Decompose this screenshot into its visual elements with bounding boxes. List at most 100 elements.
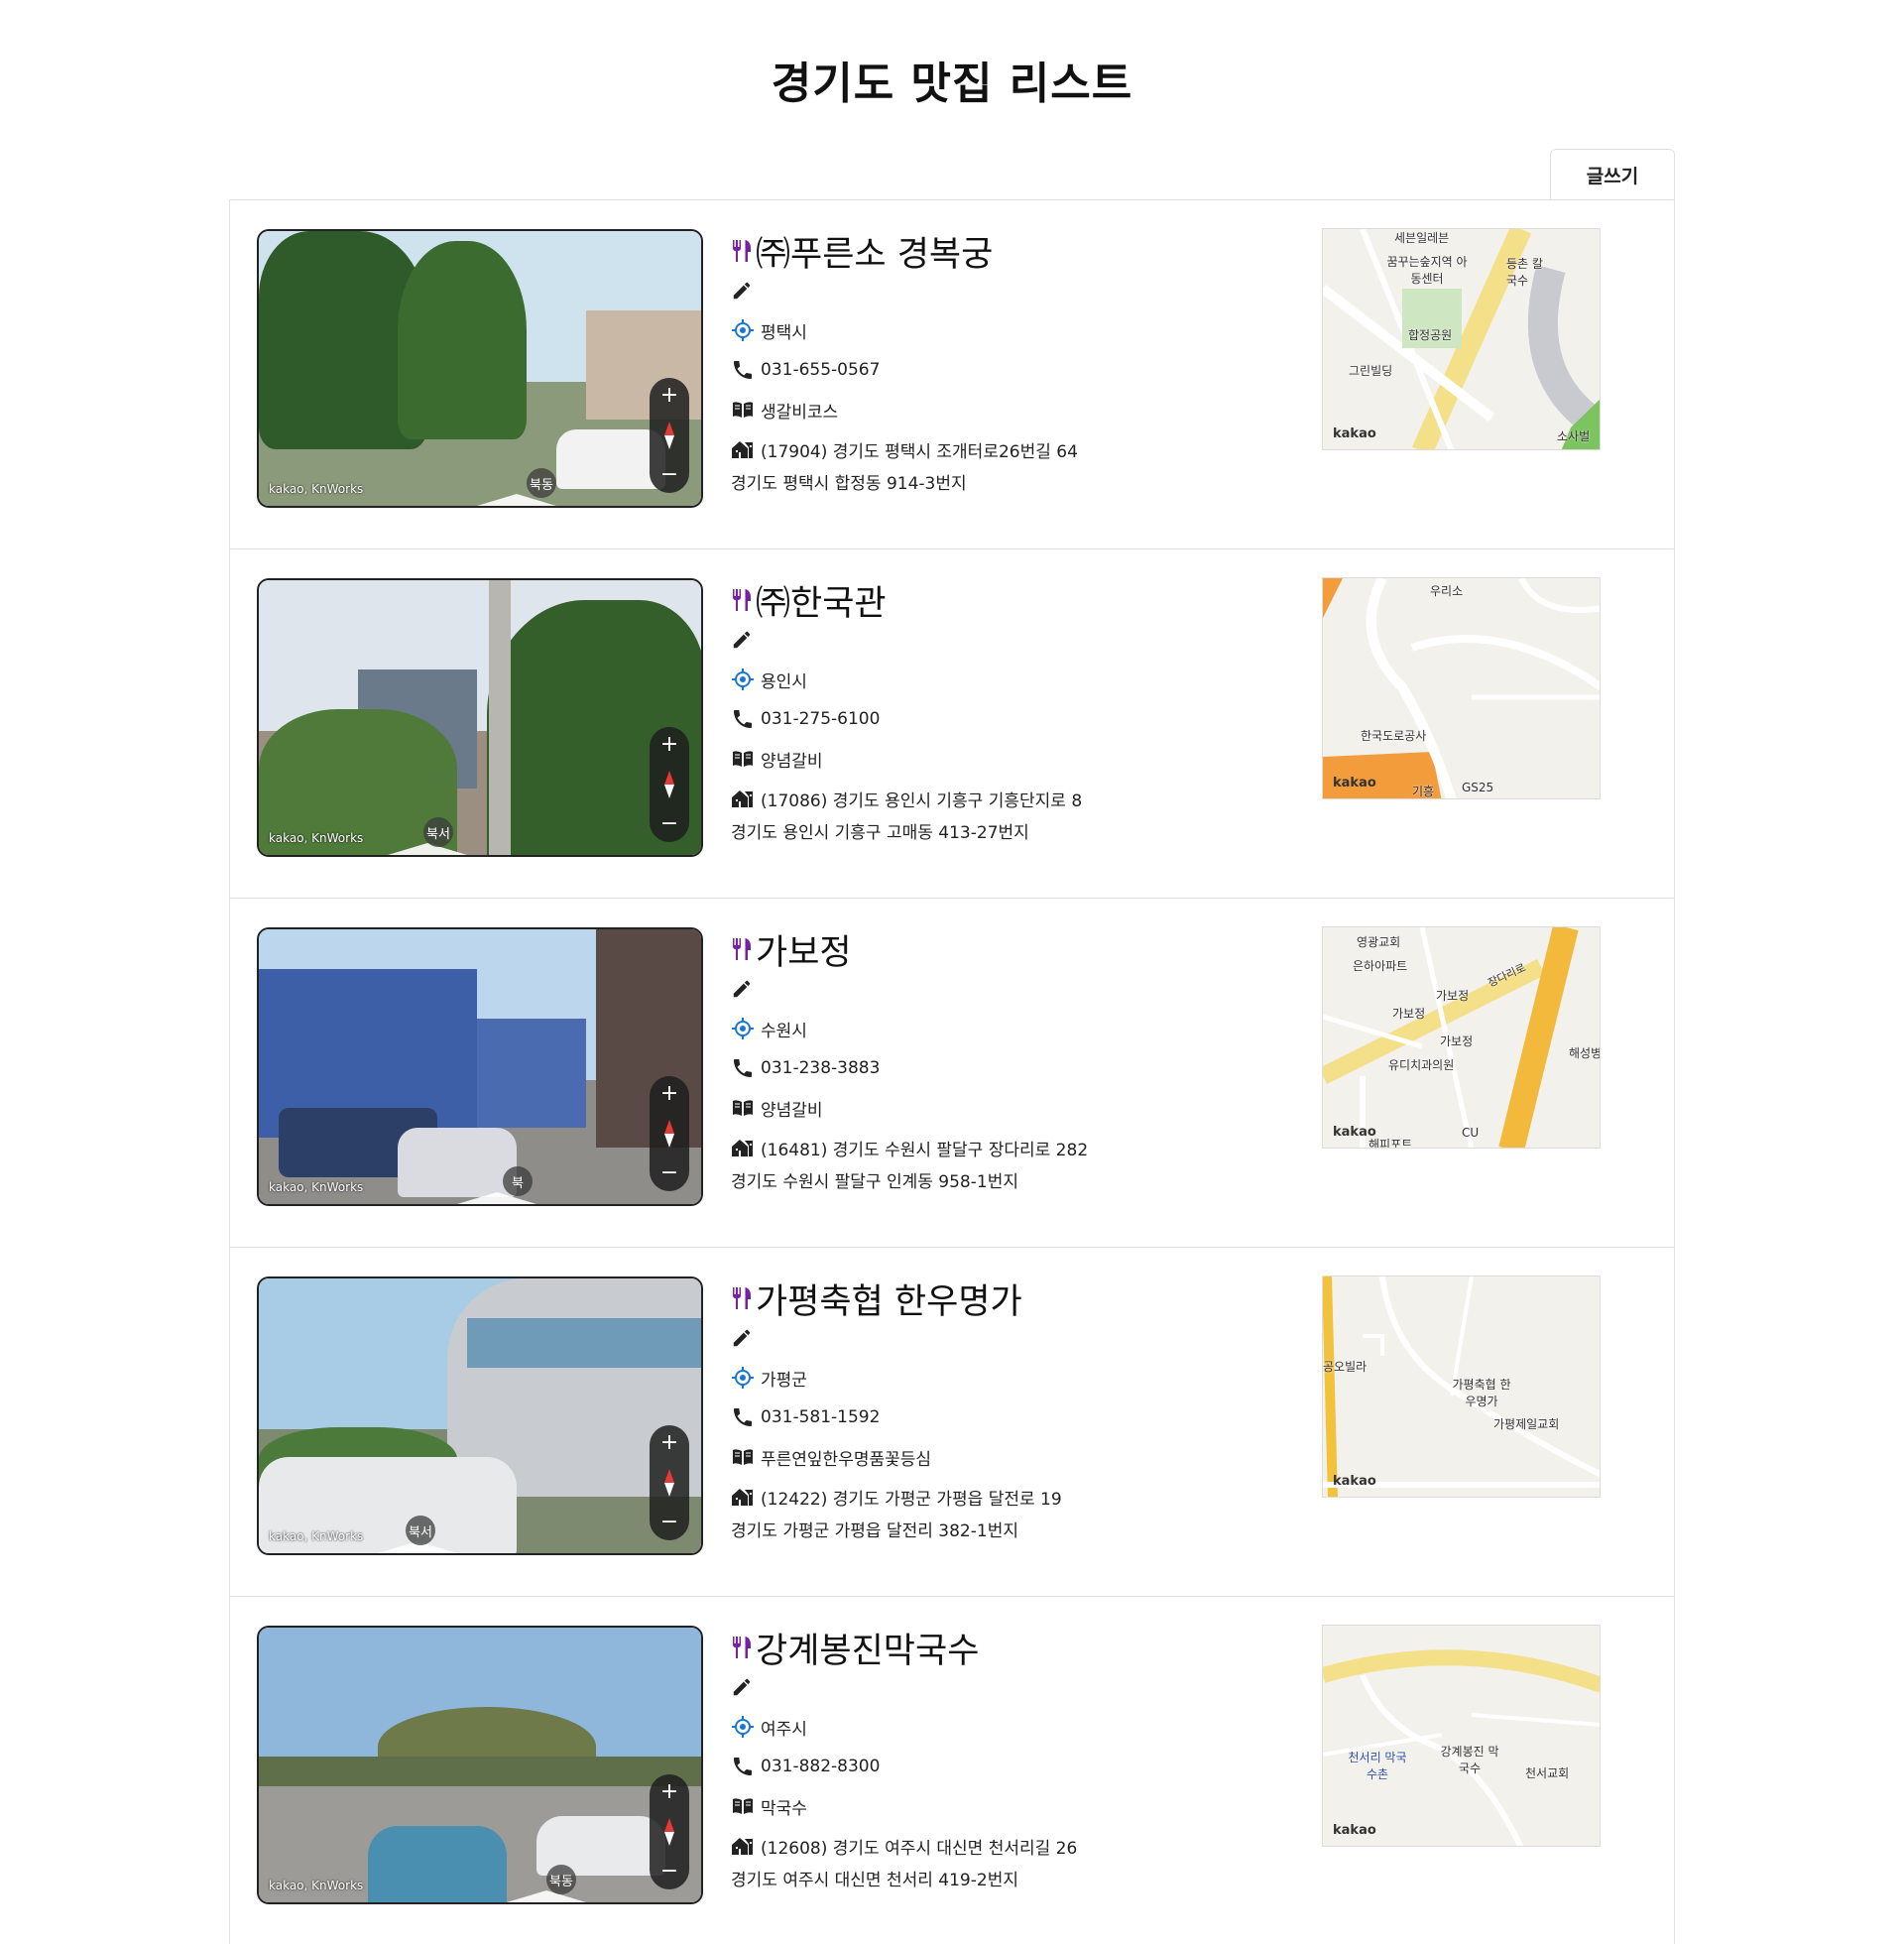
roadview-credit: kakao, KnWorks — [269, 482, 364, 496]
restaurant-info: 가보정 수원시 031-238-3883 양념갈비 (16481) 경기도 수원… — [731, 926, 1306, 1193]
restaurant-menu: 양념갈비 — [761, 751, 823, 772]
phone-icon — [734, 1408, 752, 1426]
map-label: 우리소 — [1430, 584, 1464, 598]
page-title: 경기도 맛집 리스트 — [771, 59, 1133, 109]
roadview-direction: 북서 — [406, 1516, 435, 1545]
restaurant-name: ㈜한국관 — [756, 583, 887, 624]
fork-knife-icon — [733, 1637, 751, 1658]
zoom-out-icon[interactable]: − — [660, 812, 678, 836]
restaurant-phone: 031-655-0567 — [761, 360, 881, 380]
map-label: 세븐일레븐 — [1394, 231, 1450, 245]
zoom-in-icon[interactable]: + — [660, 1431, 678, 1455]
roadview-direction: 북동 — [546, 1865, 576, 1894]
restaurant-city: 여주시 — [761, 1719, 807, 1740]
restaurant-phone: 031-882-8300 — [761, 1757, 881, 1776]
restaurant-phone: 031-275-6100 — [761, 709, 881, 729]
map-logo: kakao — [1333, 776, 1376, 790]
map-roads — [1323, 578, 1600, 798]
map-label: 소사벌 — [1557, 429, 1591, 443]
edit-pencil-icon[interactable] — [731, 978, 753, 1000]
zoom-out-icon[interactable]: − — [660, 1161, 678, 1185]
roadview-car — [398, 1128, 517, 1197]
roadview-arrow-icon[interactable] — [388, 843, 467, 855]
map-label: 그린빌딩 — [1349, 364, 1393, 378]
roadview-controls: + − — [650, 727, 689, 842]
map-label: 영광교회 — [1357, 935, 1401, 949]
menu-book-icon — [733, 1100, 753, 1116]
map-label: 합정공원 — [1408, 328, 1453, 342]
phone-icon — [734, 361, 752, 379]
zoom-out-icon[interactable]: − — [660, 1860, 678, 1883]
zoom-in-icon[interactable]: + — [660, 384, 678, 408]
jibun-address: 경기도 용인시 기흥구 고매동 413-27번지 — [731, 823, 1029, 843]
fork-knife-icon — [733, 240, 751, 262]
roadview-direction: 북서 — [423, 817, 453, 847]
roadview-windows — [467, 1318, 701, 1368]
house-address-icon — [732, 1838, 753, 1855]
zoom-in-icon[interactable]: + — [660, 1780, 678, 1804]
roadview-photo[interactable]: kakao, KnWorks 북서 + − — [257, 1276, 703, 1555]
roadview-photo[interactable]: kakao, KnWorks 북 + − — [257, 927, 703, 1206]
restaurant-card: kakao, KnWorks 북 + − 가보정 수원시 031-238-388… — [230, 899, 1674, 1248]
roadview-direction: 북동 — [527, 468, 556, 498]
phone-icon — [734, 1758, 752, 1775]
menu-book-icon — [733, 751, 753, 767]
restaurant-menu: 막국수 — [761, 1798, 807, 1819]
restaurant-name: ㈜푸른소 경복궁 — [756, 234, 994, 275]
house-address-icon — [732, 790, 753, 807]
map-label: 해성병 — [1569, 1046, 1601, 1060]
restaurant-name: 가보정 — [756, 932, 852, 973]
map-label: GS25 — [1462, 781, 1494, 794]
map-label: 가평제일교회 — [1493, 1417, 1560, 1431]
map-label: 기흥 — [1412, 785, 1435, 798]
edit-pencil-icon[interactable] — [731, 1676, 753, 1698]
roadview-controls: + − — [650, 1425, 689, 1540]
static-map[interactable]: 우리소 한국도로공사 GS25 기흥 kakao — [1322, 577, 1601, 799]
restaurant-phone: 031-238-3883 — [761, 1058, 881, 1078]
restaurant-info: 가평축협 한우명가 가평군 031-581-1592 푸른연잎한우명품꽃등심 (… — [731, 1276, 1306, 1542]
map-logo: kakao — [1333, 1823, 1376, 1838]
static-map[interactable]: 공오빌라 가평축협 한우명가 가평제일교회 kakao — [1322, 1276, 1601, 1498]
roadview-photo[interactable]: kakao, KnWorks 북서 + − — [257, 578, 703, 857]
location-target-icon — [732, 1018, 754, 1039]
zoom-out-icon[interactable]: − — [660, 463, 678, 487]
edit-pencil-icon[interactable] — [731, 280, 753, 302]
roadview-credit: kakao, KnWorks — [269, 1529, 364, 1543]
map-label: 등촌 칼국수 — [1506, 257, 1543, 288]
menu-book-icon — [733, 1449, 753, 1465]
jibun-address: 경기도 수원시 팔달구 인계동 958-1번지 — [731, 1172, 1018, 1192]
road-address: (12422) 경기도 가평군 가평읍 달전로 19 — [761, 1489, 1062, 1510]
location-target-icon — [732, 1367, 754, 1389]
map-label: 가보정 — [1440, 1034, 1474, 1048]
map-label: 꿈꾸는숲지역 아동센터 — [1386, 255, 1468, 286]
restaurant-name: 가평축협 한우명가 — [756, 1281, 1022, 1322]
static-map[interactable]: 천서리 막국수촌 강계봉진 막국수 천서교회 kakao — [1322, 1625, 1601, 1847]
map-label: 가보정 — [1436, 989, 1470, 1003]
road-address: (17904) 경기도 평택시 조개터로26번길 64 — [761, 441, 1078, 462]
roadview-arrow-icon[interactable] — [507, 1890, 586, 1902]
restaurant-city: 평택시 — [761, 322, 807, 343]
roadview-credit: kakao, KnWorks — [269, 831, 364, 845]
edit-pencil-icon[interactable] — [731, 629, 753, 651]
map-label: 은하아파트 — [1353, 959, 1408, 973]
zoom-in-icon[interactable]: + — [660, 733, 678, 757]
map-label: 강계봉진 막국수 — [1440, 1745, 1499, 1775]
map-label: 공오빌라 — [1323, 1360, 1368, 1374]
write-button[interactable]: 글쓰기 — [1550, 149, 1675, 200]
roadview-pole — [489, 580, 511, 855]
static-map[interactable]: 세븐일레븐 꿈꾸는숲지역 아동센터 합정공원 그린빌딩 등촌 칼국수 소사벌 k… — [1322, 228, 1601, 450]
phone-icon — [734, 710, 752, 728]
static-map[interactable]: 영광교회 은하아파트 가보정 가보정 가보정 유디치과의원 해성병 CU 해피포… — [1322, 926, 1601, 1149]
menu-book-icon — [733, 1798, 753, 1814]
edit-pencil-icon[interactable] — [731, 1327, 753, 1349]
restaurant-info: ㈜한국관 용인시 031-275-6100 양념갈비 (17086) 경기도 용… — [731, 577, 1306, 844]
map-label: 한국도로공사 — [1361, 729, 1427, 743]
roadview-controls: + − — [650, 1076, 689, 1191]
roadview-photo[interactable]: kakao, KnWorks 북동 + − — [257, 229, 703, 508]
map-logo: kakao — [1333, 1125, 1376, 1140]
zoom-out-icon[interactable]: − — [660, 1511, 678, 1534]
road-address: (16481) 경기도 수원시 팔달구 장다리로 282 — [761, 1140, 1089, 1160]
zoom-in-icon[interactable]: + — [660, 1082, 678, 1106]
roadview-photo[interactable]: kakao, KnWorks 북동 + − — [257, 1626, 703, 1904]
roadview-controls: + − — [650, 1774, 689, 1889]
